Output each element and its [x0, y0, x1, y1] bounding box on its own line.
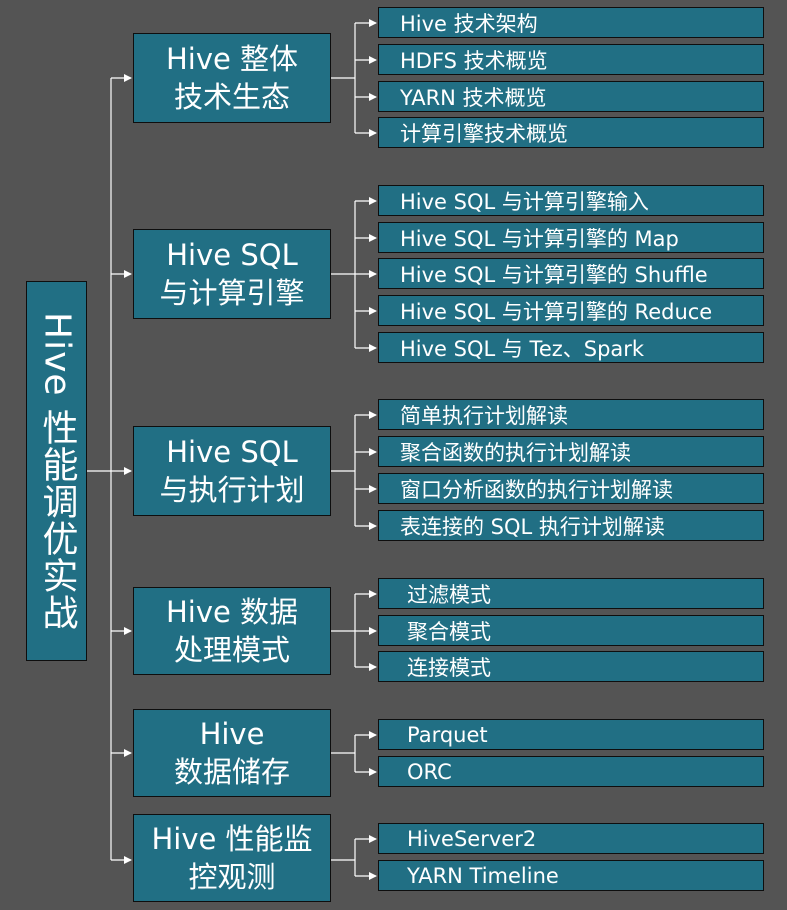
- leaf-label: 连接模式: [407, 655, 491, 680]
- leaf-label: Hive SQL 与计算引擎输入: [400, 189, 649, 214]
- leaf-node: Hive SQL 与计算引擎的 Map: [378, 222, 764, 253]
- leaf-node: ORC: [378, 756, 764, 787]
- category-node-storage: Hive 数据储存: [133, 709, 331, 797]
- leaf-label: 表连接的 SQL 执行计划解读: [400, 514, 665, 539]
- leaf-label: 简单执行计划解读: [400, 403, 568, 428]
- leaf-node: 计算引擎技术概览: [378, 117, 764, 148]
- category-line2: 技术生态: [173, 80, 290, 114]
- leaf-label: 聚合模式: [407, 619, 491, 644]
- category-line1: Hive 数据: [165, 595, 299, 629]
- leaf-label: 过滤模式: [407, 582, 491, 607]
- leaf-label: Hive 技术架构: [400, 11, 538, 36]
- category-node-data-patterns: Hive 数据 处理模式: [133, 587, 331, 675]
- category-line1: Hive 性能监: [151, 822, 313, 856]
- leaf-label: YARN 技术概览: [400, 85, 547, 110]
- leaf-node: Hive SQL 与 Tez、Spark: [378, 332, 764, 363]
- leaf-node: YARN 技术概览: [378, 81, 764, 112]
- leaf-label: Parquet: [407, 722, 488, 747]
- category-line1: Hive: [199, 717, 265, 751]
- leaf-node: Hive 技术架构: [378, 7, 764, 38]
- category-line1: Hive 整体: [165, 42, 299, 76]
- leaf-node: 连接模式: [378, 651, 764, 682]
- category-line2: 与计算引擎: [159, 276, 305, 310]
- leaf-label: YARN Timeline: [407, 863, 559, 888]
- leaf-label: Hive SQL 与计算引擎的 Reduce: [400, 299, 713, 324]
- leaf-node: 过滤模式: [378, 578, 764, 609]
- leaf-node: HDFS 技术概览: [378, 44, 764, 75]
- leaf-label: 计算引擎技术概览: [400, 121, 568, 146]
- category-line1: Hive SQL: [166, 238, 298, 272]
- leaf-node: YARN Timeline: [378, 860, 764, 891]
- leaf-node: HiveServer2: [378, 823, 764, 854]
- leaf-node: 窗口分析函数的执行计划解读: [378, 473, 764, 504]
- category-line2: 数据储存: [173, 755, 290, 789]
- leaf-label: HDFS 技术概览: [400, 48, 548, 73]
- leaf-label: 聚合函数的执行计划解读: [400, 440, 631, 465]
- leaf-label: Hive SQL 与计算引擎的 Shuffle: [400, 262, 708, 287]
- category-node-exec-plan: Hive SQL 与执行计划: [133, 426, 331, 516]
- leaf-label: 窗口分析函数的执行计划解读: [400, 477, 673, 502]
- category-node-sql-engine: Hive SQL 与计算引擎: [133, 229, 331, 319]
- category-line1: Hive SQL: [166, 435, 298, 469]
- leaf-label: ORC: [407, 759, 452, 784]
- category-line2: 与执行计划: [159, 473, 305, 507]
- leaf-label: Hive SQL 与 Tez、Spark: [400, 336, 645, 361]
- leaf-label: HiveServer2: [407, 826, 537, 851]
- category-line2: 控观测: [188, 860, 276, 894]
- leaf-node: 聚合模式: [378, 615, 764, 646]
- root-node: Hive 性能调优实战: [26, 281, 87, 661]
- leaf-node: 表连接的 SQL 执行计划解读: [378, 510, 764, 541]
- category-node-ecosystem: Hive 整体 技术生态: [133, 33, 331, 123]
- root-title: Hive 性能调优实战: [36, 311, 78, 631]
- leaf-node: Parquet: [378, 719, 764, 750]
- leaf-node: Hive SQL 与计算引擎的 Reduce: [378, 295, 764, 326]
- leaf-label: Hive SQL 与计算引擎的 Map: [400, 226, 679, 251]
- category-node-monitoring: Hive 性能监 控观测: [133, 814, 331, 902]
- leaf-node: 简单执行计划解读: [378, 399, 764, 430]
- category-line2: 处理模式: [173, 633, 290, 667]
- leaf-node: 聚合函数的执行计划解读: [378, 436, 764, 467]
- leaf-node: Hive SQL 与计算引擎输入: [378, 185, 764, 216]
- leaf-node: Hive SQL 与计算引擎的 Shuffle: [378, 258, 764, 289]
